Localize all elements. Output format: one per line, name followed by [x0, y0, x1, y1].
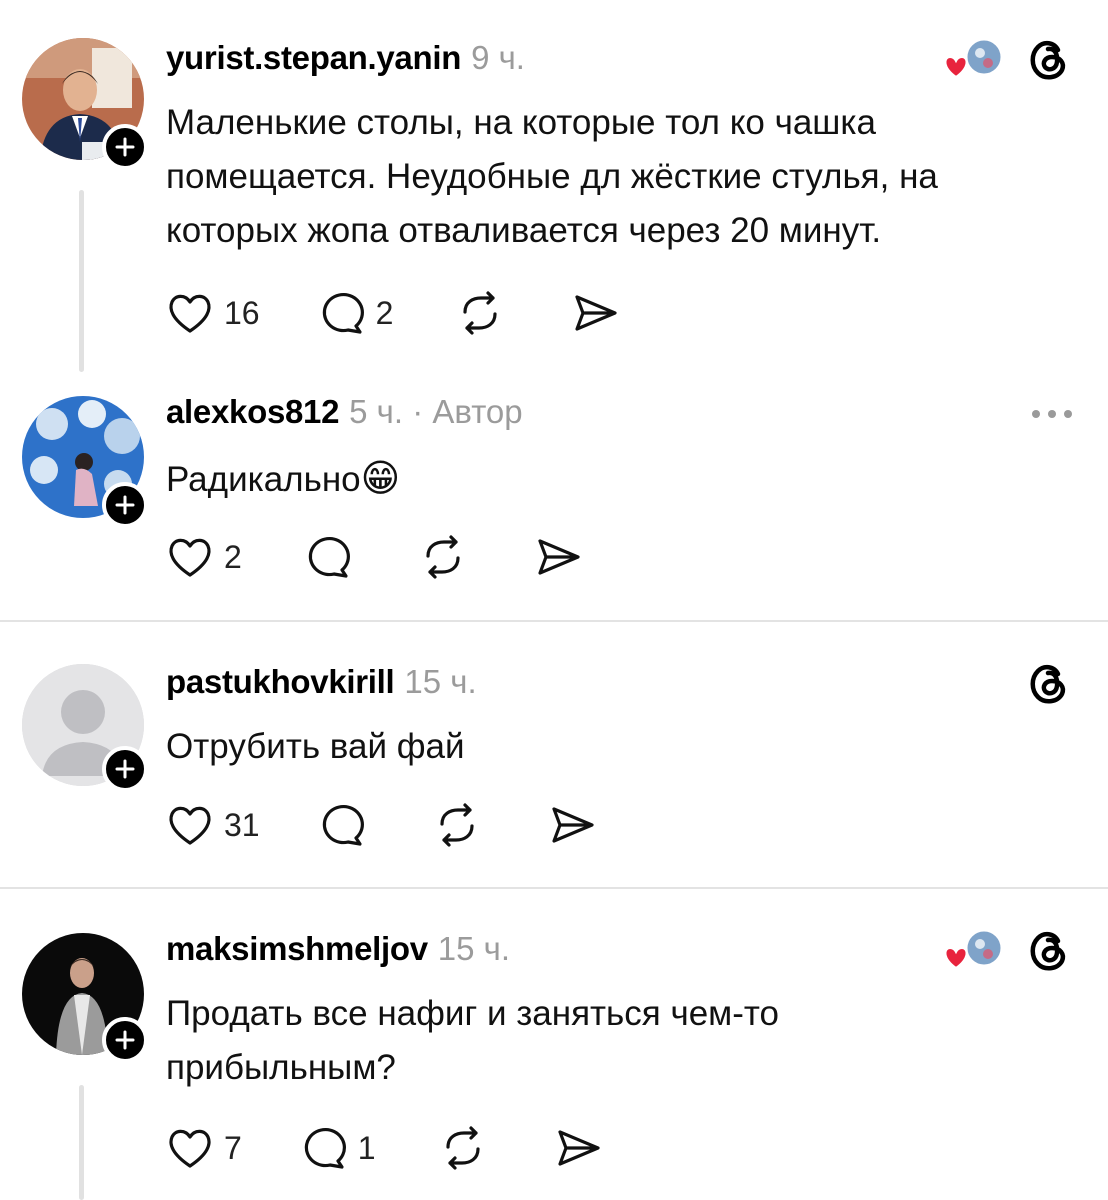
- comment-icon: [308, 536, 350, 578]
- post-header: yurist.stepan.yanin 9 ч.: [166, 38, 525, 78]
- follow-button[interactable]: [102, 124, 148, 170]
- thread-line: [79, 190, 84, 372]
- share-button[interactable]: [534, 535, 582, 579]
- share-icon: [575, 295, 617, 331]
- liked-by-author-indicator: [940, 928, 1004, 972]
- repost-icon: [463, 291, 497, 335]
- like-button[interactable]: 31: [166, 803, 260, 847]
- action-bar: 7 1: [166, 1125, 602, 1171]
- action-bar: 16 2: [166, 290, 619, 336]
- share-icon: [557, 1130, 600, 1166]
- username[interactable]: alexkos812: [166, 393, 339, 430]
- share-button[interactable]: [548, 803, 596, 847]
- username[interactable]: yurist.stepan.yanin: [166, 39, 461, 76]
- heart-icon: [169, 538, 211, 577]
- heart-icon: [169, 294, 211, 333]
- header-right: [1028, 660, 1068, 706]
- post-header: alexkos812 5 ч. · Автор: [166, 392, 523, 432]
- share-button[interactable]: [571, 291, 619, 335]
- action-bar: 31: [166, 802, 596, 848]
- more-button[interactable]: [1032, 410, 1072, 418]
- reply-count: 2: [375, 294, 394, 331]
- like-button[interactable]: 2: [166, 535, 242, 579]
- heart-icon: [944, 946, 968, 970]
- like-button[interactable]: 7: [166, 1126, 242, 1170]
- repost-button[interactable]: [432, 802, 482, 848]
- timestamp: 9 ч.: [471, 39, 525, 76]
- post-header: pastukhovkirill 15 ч.: [166, 662, 477, 702]
- reply-button[interactable]: [318, 802, 366, 848]
- reply-button[interactable]: [304, 534, 352, 580]
- like-count: 31: [224, 806, 260, 843]
- plus-icon: [115, 495, 135, 515]
- thread-line: [79, 1085, 84, 1200]
- username[interactable]: pastukhovkirill: [166, 663, 395, 700]
- reply-button[interactable]: 2: [318, 290, 394, 336]
- threads-logo-icon[interactable]: [1028, 36, 1068, 82]
- comment-icon: [322, 292, 364, 334]
- reply-count: 1: [357, 1129, 376, 1166]
- timestamp: 5 ч.: [349, 393, 404, 430]
- more-icon: [1032, 410, 1040, 418]
- plus-icon: [115, 1030, 135, 1050]
- timestamp: 15 ч.: [437, 930, 511, 967]
- repost-icon: [439, 803, 474, 847]
- grinning-emoji: 😁: [360, 458, 401, 500]
- follow-button[interactable]: [102, 746, 148, 792]
- comment-icon: [322, 804, 364, 846]
- post-text: Радикально😁: [166, 458, 401, 500]
- header-right: [940, 36, 1068, 82]
- post-maksim: maksimshmeljov 15 ч. Продать все нафиг и …: [0, 889, 1108, 1200]
- share-icon: [551, 807, 594, 843]
- post-text: Маленькие столы, на которые тол ко чашка…: [166, 103, 938, 250]
- post-text: Продать все нафиг и заняться чем-то приб…: [166, 994, 779, 1087]
- heart-icon: [169, 1129, 211, 1168]
- header-right: [940, 927, 1068, 973]
- post-alexkos: alexkos812 5 ч. · Автор Радикально😁 2: [0, 380, 1108, 620]
- repost-button[interactable]: [438, 1125, 488, 1171]
- heart-icon: [169, 806, 211, 845]
- plus-icon: [115, 759, 135, 779]
- like-count: 2: [224, 538, 242, 575]
- like-button[interactable]: 16: [166, 291, 260, 335]
- timestamp: 15 ч.: [404, 663, 477, 700]
- post-pastukhov: pastukhovkirill 15 ч. Отрубить вай фай 31: [0, 622, 1108, 887]
- username[interactable]: maksimshmeljov: [166, 930, 428, 967]
- threads-logo-icon[interactable]: [1028, 927, 1068, 973]
- share-icon: [538, 539, 580, 575]
- heart-icon: [944, 55, 968, 79]
- post-yurist: yurist.stepan.yanin 9 ч. Маленькие столы,…: [0, 0, 1108, 380]
- liked-by-author-indicator: [940, 37, 1004, 81]
- follow-button[interactable]: [102, 1017, 148, 1063]
- author-badge: · Автор: [403, 393, 523, 430]
- repost-button[interactable]: [455, 290, 505, 336]
- post-header: maksimshmeljov 15 ч.: [166, 929, 510, 969]
- share-button[interactable]: [554, 1126, 602, 1170]
- like-count: 7: [224, 1129, 242, 1166]
- follow-button[interactable]: [102, 482, 148, 528]
- post-text: Отрубить вай фай: [166, 727, 465, 766]
- threads-logo-icon[interactable]: [1028, 660, 1068, 706]
- plus-icon: [115, 137, 135, 157]
- like-count: 16: [224, 294, 260, 331]
- repost-icon: [426, 535, 460, 579]
- comment-icon: [304, 1127, 346, 1169]
- repost-icon: [445, 1126, 480, 1170]
- action-bar: 2: [166, 534, 582, 580]
- repost-button[interactable]: [418, 534, 468, 580]
- reply-button[interactable]: 1: [300, 1125, 376, 1171]
